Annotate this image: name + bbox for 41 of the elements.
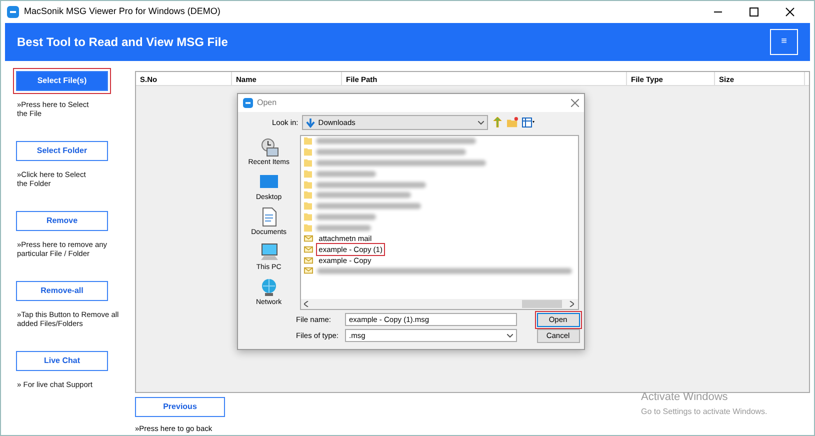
blurred-text (316, 224, 371, 231)
envelope-icon (304, 234, 313, 244)
scroll-left-icon[interactable] (304, 301, 309, 307)
action-button[interactable]: Select File(s) (16, 71, 108, 91)
scrollbar-thumb[interactable] (522, 300, 562, 308)
folder-icon (304, 222, 312, 233)
folder-icon (304, 168, 312, 179)
view-menu-icon[interactable] (522, 117, 536, 128)
blurred-text (316, 214, 376, 220)
header-title: Best Tool to Read and View MSG File (17, 34, 228, 51)
watermark-title: Activate Windows (641, 390, 729, 405)
envelope-icon (304, 266, 313, 276)
folder-icon (304, 136, 312, 146)
action-button[interactable]: Live Chat (16, 351, 108, 371)
horizontal-scrollbar[interactable] (300, 299, 578, 309)
computer-icon (258, 242, 279, 262)
folder-icon (304, 180, 312, 190)
app-logo-icon (243, 98, 253, 108)
dialog-title: Open (257, 97, 277, 109)
watermark-text: Go to Settings to activate Windows. (641, 406, 768, 418)
caret-icon (478, 120, 484, 124)
previous-button[interactable]: Previous (135, 397, 225, 417)
action-button[interactable]: Remove (16, 211, 108, 231)
download-arrow-icon (306, 118, 316, 128)
app-logo-icon (7, 6, 19, 18)
menu-button[interactable]: ≡ (770, 29, 798, 55)
folder-icon (304, 147, 312, 158)
action-button[interactable]: Select Folder (16, 141, 108, 161)
scroll-right-icon[interactable] (569, 301, 574, 307)
action-button[interactable]: Remove-all (16, 281, 108, 301)
folder-icon (304, 190, 312, 200)
window-title: MacSonik MSG Viewer Pro for Windows (DEMO) (24, 5, 220, 18)
envelope-icon (304, 256, 313, 265)
new-folder-icon[interactable] (507, 117, 518, 128)
folder-icon (304, 158, 312, 168)
caret-icon (507, 334, 513, 338)
folder-icon (304, 201, 312, 212)
folder-icon (304, 212, 312, 222)
blurred-text (316, 170, 376, 177)
envelope-icon (304, 244, 313, 254)
clock-icon (258, 137, 279, 157)
